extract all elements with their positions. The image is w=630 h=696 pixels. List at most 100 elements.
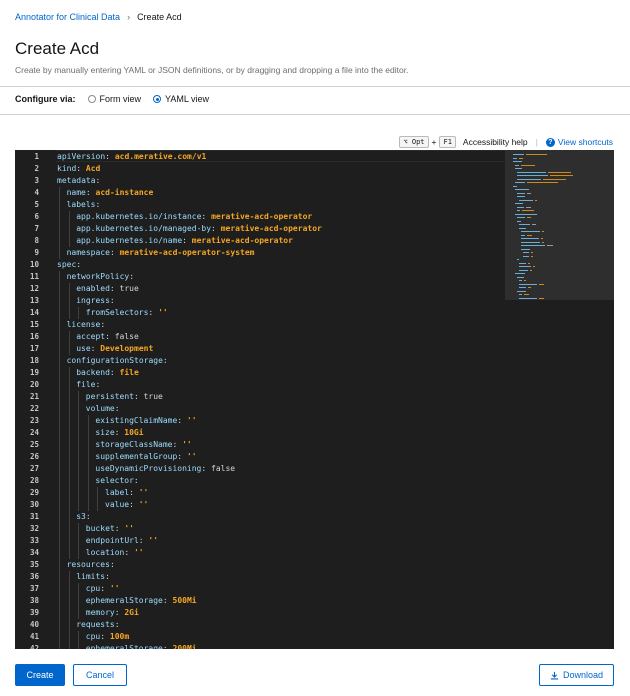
yaml-value: 2Gi — [124, 608, 139, 617]
indent-guide — [59, 271, 60, 649]
minimap-line — [519, 294, 523, 295]
line-number: 2 — [34, 164, 39, 173]
yaml-separator: : — [124, 548, 134, 557]
yaml-separator: : — [105, 152, 115, 161]
minimap-line — [535, 199, 538, 201]
yaml-value: '' — [158, 308, 168, 317]
yaml-key: cpu — [85, 584, 101, 593]
minimap-line — [533, 266, 536, 267]
line-number: 18 — [29, 356, 39, 365]
line-number: 10 — [29, 260, 39, 269]
yaml-separator: : — [105, 332, 115, 341]
code-line: limits: — [76, 571, 110, 583]
yaml-separator: : — [162, 644, 173, 649]
yaml-separator: : — [114, 404, 120, 413]
indent-guide — [68, 331, 70, 355]
minimap-line — [519, 280, 523, 281]
download-icon — [550, 671, 559, 679]
line-number: 19 — [29, 368, 39, 377]
minimap-line — [513, 161, 522, 162]
code-line: location: '' — [86, 547, 144, 559]
minimap-line — [515, 164, 520, 166]
radio-circle-checked-icon[interactable] — [153, 95, 162, 103]
yaml-key: value — [105, 500, 130, 509]
radio-form-view[interactable]: Form view — [87, 94, 142, 104]
yaml-separator: : — [129, 500, 139, 509]
radio-circle-icon[interactable] — [87, 95, 96, 103]
minimap-line — [517, 178, 542, 180]
indent-guide — [78, 583, 80, 619]
minimap-line — [515, 182, 525, 183]
yaml-key: limits — [76, 572, 106, 581]
yaml-key: cpu — [85, 632, 101, 641]
create-button[interactable]: Create — [15, 664, 65, 686]
code-line: accept: false — [76, 331, 139, 343]
question-circle-icon: ? — [545, 137, 555, 147]
minimap-line — [517, 210, 521, 211]
line-number: 24 — [29, 428, 39, 437]
line-number: 4 — [34, 188, 39, 197]
code-line: labels: — [67, 199, 101, 211]
minimap-line — [513, 154, 524, 155]
yaml-value: merative-acd-operator-system — [119, 248, 255, 257]
yaml-key: memory — [85, 608, 115, 617]
line-number: 25 — [29, 440, 39, 449]
radio-yaml-view[interactable]: YAML view — [153, 94, 209, 104]
code-line: useDynamicProvisioning: false — [95, 463, 235, 475]
yaml-value: '' — [138, 488, 149, 497]
indent-guide — [78, 631, 80, 649]
yaml-value: '' — [124, 524, 134, 533]
page-description: Create by manually entering YAML or JSON… — [15, 65, 409, 75]
code-line: ephemeralStorage: 500Mi — [86, 595, 197, 607]
minimap-line — [519, 157, 523, 159]
yaml-separator: : — [133, 392, 144, 401]
minimap-line — [521, 241, 540, 243]
code-line: cpu: 100m — [86, 631, 129, 643]
code-line: s3: — [76, 511, 90, 523]
yaml-value: Development — [100, 344, 154, 353]
page-title: Create Acd — [15, 39, 100, 58]
line-number: 20 — [29, 380, 39, 389]
code-area[interactable]: apiVersion: acd.merative.com/v1 kind: Acd… — [57, 150, 505, 649]
line-number: 3 — [34, 176, 39, 185]
minimap-viewport[interactable] — [505, 150, 614, 300]
yaml-key: use — [76, 344, 91, 353]
line-number: 6 — [34, 212, 39, 221]
yaml-key: app.kubernetes.io/managed-by — [76, 224, 212, 233]
yaml-key: configurationStorage — [66, 356, 163, 365]
breadcrumb-link-annotator[interactable]: Annotator for Clinical Data — [15, 12, 120, 22]
minimap-line — [517, 206, 524, 208]
cancel-button[interactable]: Cancel — [73, 664, 127, 686]
minimap-line — [517, 196, 525, 197]
minimap-line — [521, 248, 530, 250]
indent-guide — [78, 523, 80, 559]
code-line: app.kubernetes.io/name: merative-acd-ope… — [76, 235, 293, 247]
line-number: 42 — [29, 644, 39, 649]
line-number: 32 — [29, 524, 39, 533]
line-number: 14 — [29, 308, 39, 317]
line-number: 15 — [29, 320, 39, 329]
yaml-separator: : — [85, 512, 91, 521]
minimap-line — [530, 252, 533, 253]
code-line: requests: — [76, 619, 119, 631]
minimap-line — [515, 189, 530, 190]
line-number: 37 — [29, 584, 39, 593]
minimap-line — [517, 259, 520, 260]
yaml-value: 100m — [109, 632, 130, 641]
line-number: 12 — [29, 284, 39, 293]
yaml-key: enabled — [76, 284, 110, 293]
yaml-separator: : — [201, 212, 212, 221]
minimap-line — [538, 297, 545, 299]
view-shortcuts-link[interactable]: ? View shortcuts — [545, 137, 613, 147]
yaml-editor[interactable]: 1 2 3 4 5 6 7 8 9 10 11 12 13 14 15 16 17 18 19 20 21 22 23 24 2… — [15, 150, 614, 649]
download-button[interactable]: Download — [539, 664, 614, 686]
yaml-key: apiVersion — [57, 152, 106, 161]
code-line: memory: 2Gi — [86, 607, 139, 619]
minimap-line — [519, 199, 534, 201]
yaml-separator: : — [109, 248, 120, 257]
radio-form-view-label: Form view — [99, 94, 142, 104]
yaml-value: merative-acd-operator — [191, 236, 293, 245]
editor-minimap[interactable] — [505, 150, 614, 649]
yaml-separator: : — [100, 320, 106, 329]
minimap-line — [527, 234, 532, 236]
